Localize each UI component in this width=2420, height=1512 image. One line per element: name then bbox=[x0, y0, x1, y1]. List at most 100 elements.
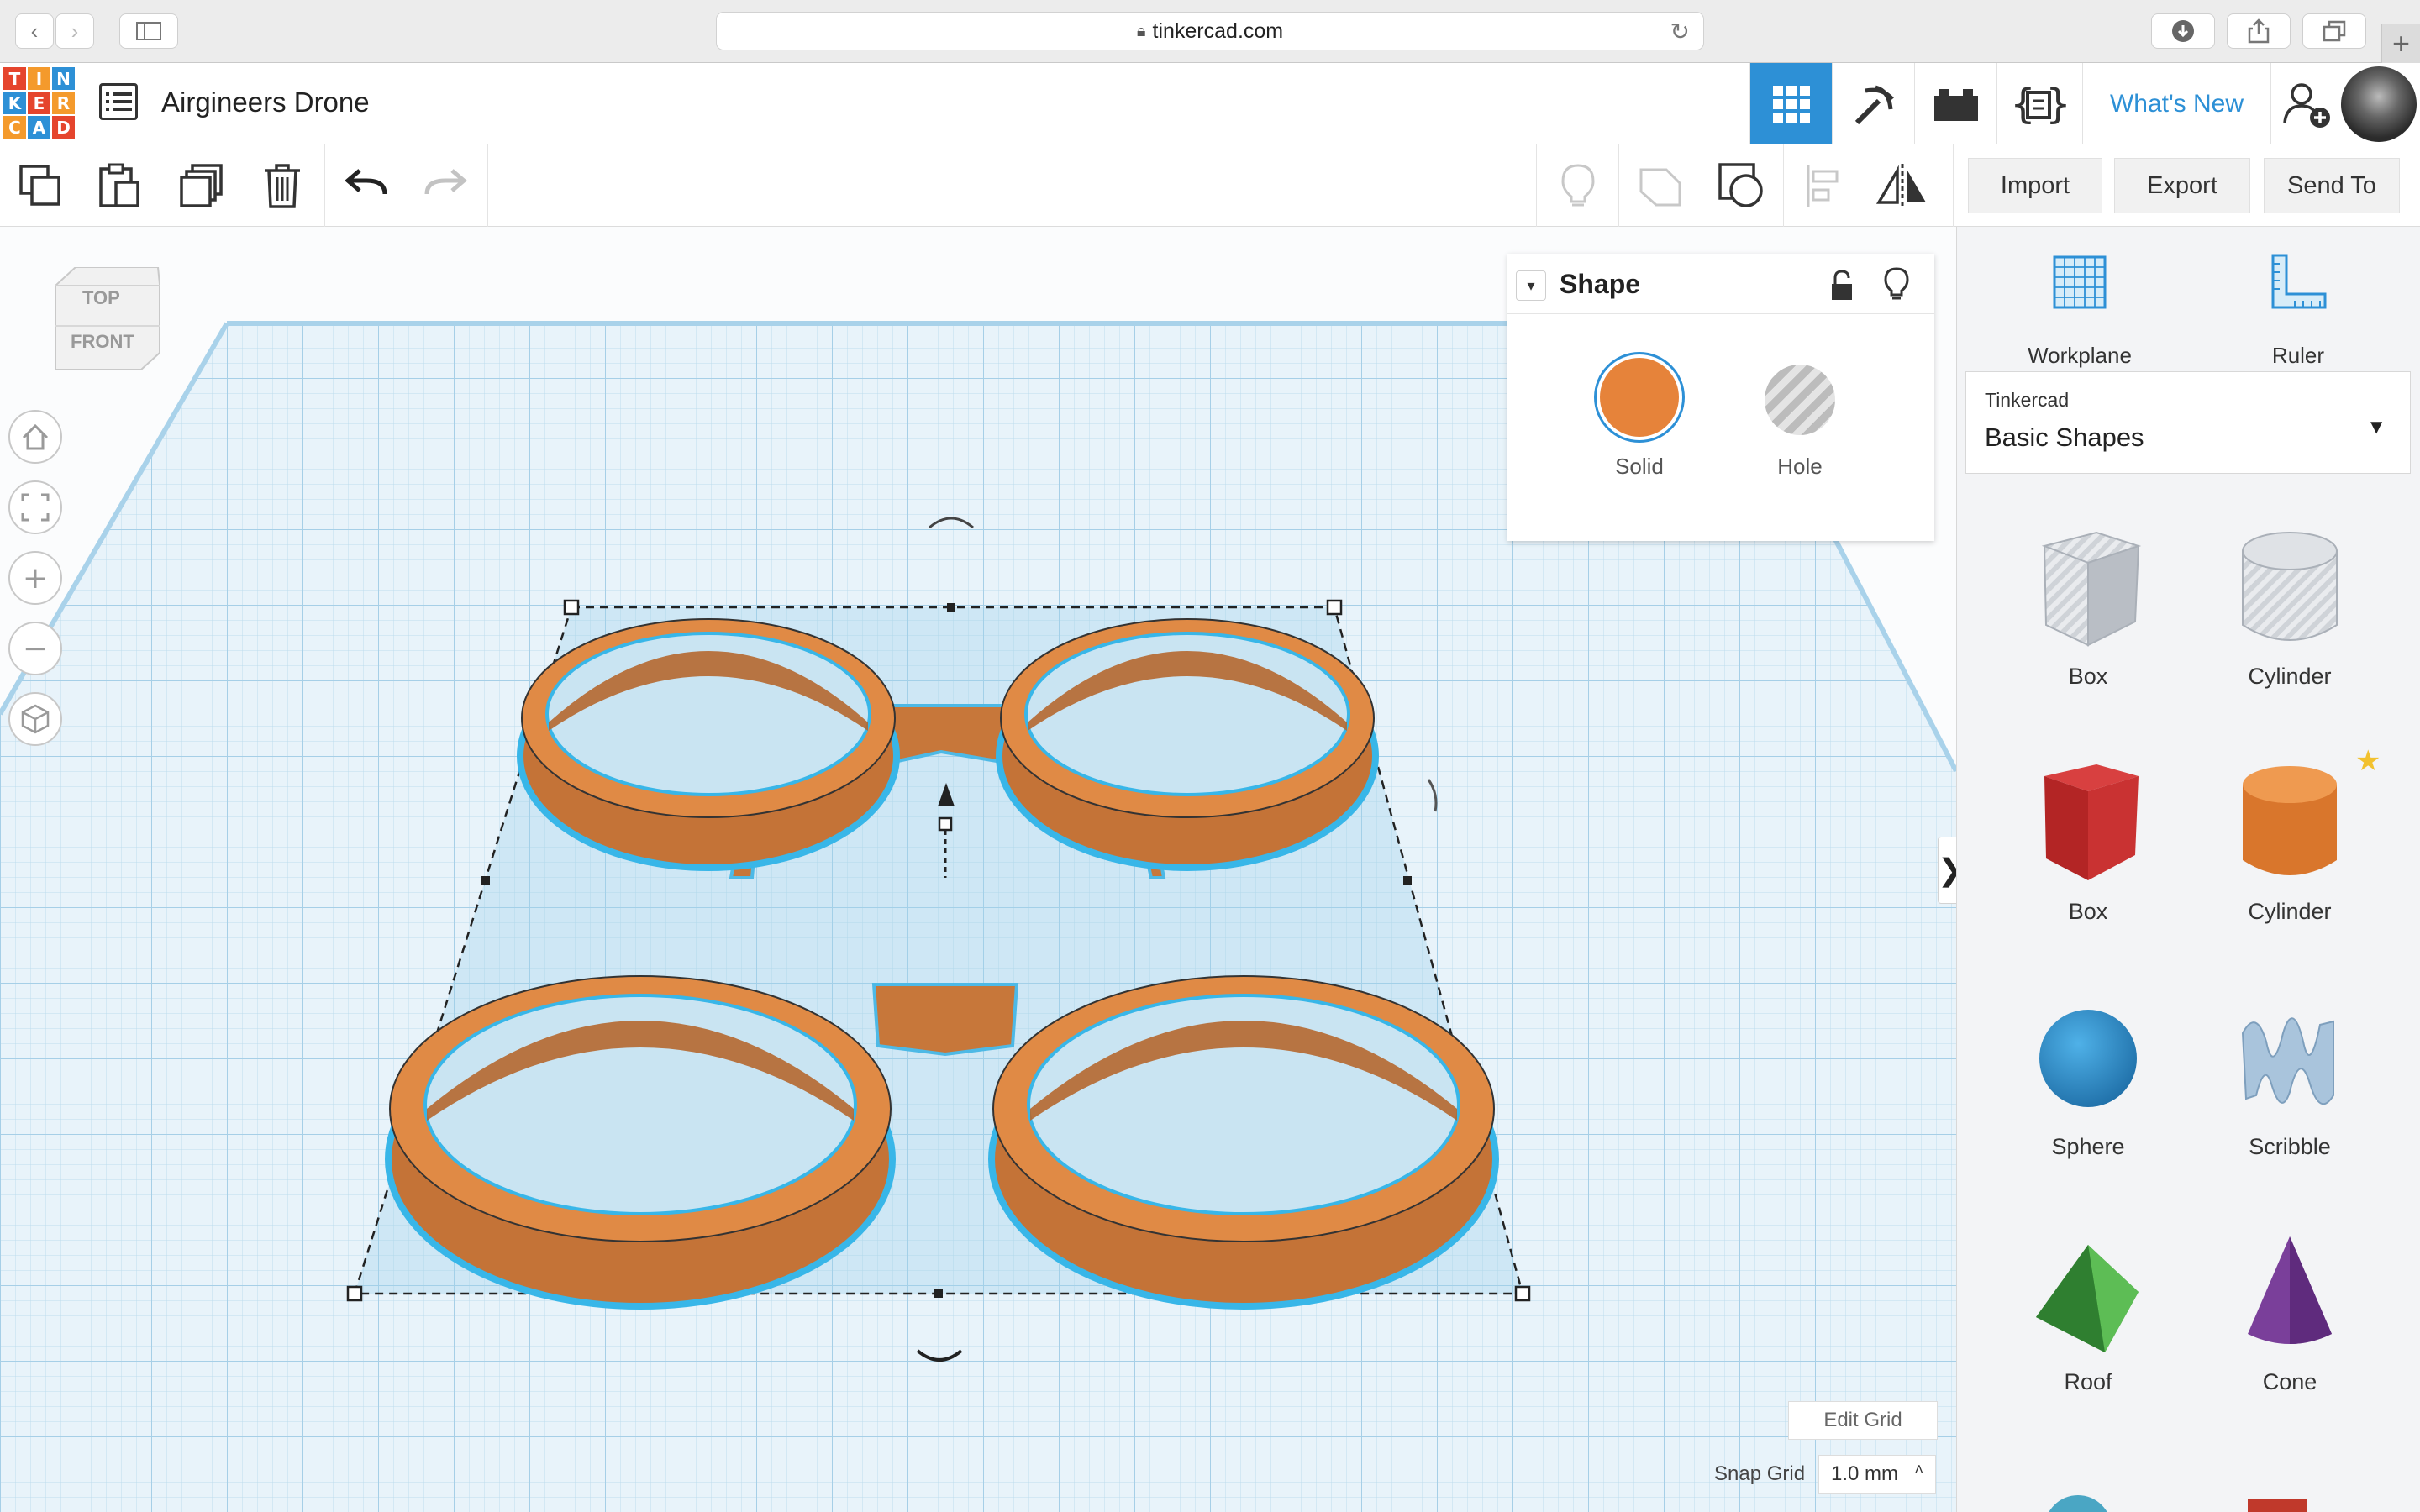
motor-ring[interactable] bbox=[385, 975, 896, 1310]
duplicate-icon bbox=[180, 164, 223, 207]
shape-sphere[interactable]: Sphere bbox=[2004, 991, 2172, 1201]
shape-cylinder[interactable]: Cylinder bbox=[2206, 756, 2374, 966]
partial-shape-teal[interactable] bbox=[2044, 1495, 2112, 1512]
redo-icon bbox=[424, 169, 467, 195]
home-view-button[interactable] bbox=[8, 410, 62, 464]
show-hint-button[interactable] bbox=[1538, 144, 1618, 227]
shape-label: Box bbox=[2068, 664, 2108, 689]
workplane-label: Workplane bbox=[2028, 343, 2132, 368]
shape-scribble[interactable]: Scribble bbox=[2206, 991, 2374, 1201]
perspective-cube-icon bbox=[21, 704, 50, 734]
downloads-button[interactable] bbox=[2151, 13, 2215, 49]
view-cube[interactable]: TOP FRONT bbox=[49, 266, 166, 406]
redo-button[interactable] bbox=[405, 144, 486, 227]
align-icon bbox=[1807, 165, 1839, 207]
shape-label: Cylinder bbox=[2248, 899, 2332, 924]
trash-icon bbox=[265, 164, 300, 208]
perspective-button[interactable] bbox=[8, 692, 62, 746]
edit-grid-button[interactable]: Edit Grid bbox=[1788, 1401, 1938, 1440]
collapse-inspector-button[interactable]: ▾ bbox=[1516, 270, 1546, 301]
shape-library-select[interactable]: Tinkercad Basic Shapes ▼ bbox=[1965, 371, 2411, 474]
document-title[interactable]: Airgineers Drone bbox=[161, 87, 370, 118]
ruler-button[interactable]: Ruler bbox=[2214, 249, 2382, 368]
cylinder-hole-icon bbox=[2242, 532, 2338, 641]
lock-icon[interactable] bbox=[1828, 269, 1855, 302]
shape-box[interactable]: Box bbox=[2004, 756, 2172, 966]
share-icon bbox=[2248, 18, 2270, 44]
fit-view-button[interactable] bbox=[8, 480, 62, 534]
shape-cone[interactable]: Cone bbox=[2206, 1226, 2374, 1436]
motor-ring[interactable] bbox=[996, 618, 1379, 871]
hole-label: Hole bbox=[1777, 454, 1823, 479]
import-button[interactable]: Import bbox=[1968, 158, 2102, 213]
paste-button[interactable] bbox=[79, 144, 160, 227]
app-header: T I N K E R C A D Airgineers Drone {} Wh… bbox=[0, 63, 2420, 144]
snap-grid-select[interactable]: 1.0 mm ˄ bbox=[1818, 1455, 1936, 1494]
stepper-up-icon: ˄ bbox=[1914, 1461, 1923, 1478]
sidebar-toggle-button[interactable] bbox=[119, 13, 178, 49]
forward-button[interactable]: › bbox=[55, 13, 94, 49]
logo-letter: K bbox=[3, 92, 26, 114]
3d-design-view-button[interactable] bbox=[1749, 63, 1832, 144]
share-button[interactable] bbox=[2227, 13, 2291, 49]
reload-icon[interactable]: ↻ bbox=[1670, 18, 1690, 45]
star-icon: ★ bbox=[2355, 745, 2381, 777]
delete-button[interactable] bbox=[242, 144, 323, 227]
motor-ring[interactable] bbox=[988, 975, 1499, 1310]
send-to-button[interactable]: Send To bbox=[2264, 158, 2400, 213]
logo-letter: A bbox=[28, 116, 50, 139]
mirror-button[interactable] bbox=[1862, 144, 1943, 227]
shape-label: Scribble bbox=[2249, 1134, 2331, 1159]
hole-swatch[interactable] bbox=[1765, 365, 1835, 435]
browser-toolbar: ‹ › 🔒︎ tinkercad.com ↻ + bbox=[0, 0, 2420, 63]
cylinder-orange-icon bbox=[2243, 766, 2337, 875]
shape-cylinder-hole[interactable]: Cylinder bbox=[2206, 521, 2374, 731]
motor-ring[interactable] bbox=[517, 618, 900, 871]
group-button[interactable] bbox=[1701, 144, 1781, 227]
codeblocks-view-button[interactable]: {} bbox=[1996, 63, 2079, 144]
zoom-in-button[interactable]: + bbox=[8, 551, 62, 605]
snap-grid-value: 1.0 mm bbox=[1831, 1462, 1899, 1485]
export-button[interactable]: Export bbox=[2114, 158, 2250, 213]
design-list-icon[interactable] bbox=[99, 83, 138, 120]
zoom-out-button[interactable]: − bbox=[8, 622, 62, 675]
whats-new-link[interactable]: What's New bbox=[2082, 63, 2270, 144]
new-tab-button[interactable]: + bbox=[2381, 24, 2420, 63]
shape-box-hole[interactable]: Box bbox=[2004, 521, 2172, 731]
workplane-button[interactable]: Workplane bbox=[1996, 249, 2164, 368]
brick-icon bbox=[1933, 88, 1978, 121]
tinkercad-logo[interactable]: T I N K E R C A D bbox=[3, 67, 76, 139]
bricks-view-button[interactable] bbox=[1914, 63, 1996, 144]
url-bar[interactable]: 🔒︎ tinkercad.com ↻ bbox=[716, 12, 1704, 50]
library-name: Basic Shapes bbox=[1985, 423, 2144, 452]
note-button[interactable] bbox=[1620, 144, 1701, 227]
tabs-button[interactable] bbox=[2302, 13, 2366, 49]
box-hole-icon bbox=[2041, 531, 2142, 647]
view-cube-top-label[interactable]: TOP bbox=[82, 287, 120, 309]
back-button[interactable]: ‹ bbox=[15, 13, 54, 49]
shape-label: Cylinder bbox=[2248, 664, 2332, 689]
shape-label: Box bbox=[2068, 899, 2108, 924]
note-icon bbox=[1639, 168, 1681, 207]
lightbulb-icon[interactable] bbox=[1884, 267, 1909, 301]
user-avatar[interactable] bbox=[2341, 66, 2417, 142]
svg-text:}: } bbox=[2046, 81, 2066, 128]
shape-roof[interactable]: Roof bbox=[2004, 1226, 2172, 1436]
undo-button[interactable] bbox=[326, 144, 407, 227]
scribble-icon bbox=[2241, 1017, 2334, 1105]
shape-label: Sphere bbox=[2051, 1134, 2125, 1159]
copy-button[interactable] bbox=[0, 144, 81, 227]
ruler-label: Ruler bbox=[2271, 343, 2325, 368]
fit-icon bbox=[21, 493, 50, 522]
codeblocks-icon: {} bbox=[2011, 81, 2066, 128]
partial-shape-red[interactable] bbox=[2248, 1499, 2307, 1512]
align-button[interactable] bbox=[1785, 144, 1865, 227]
undo-icon bbox=[345, 169, 387, 195]
duplicate-button[interactable] bbox=[161, 144, 242, 227]
solid-swatch[interactable] bbox=[1600, 358, 1679, 437]
logo-letter: R bbox=[52, 92, 75, 114]
view-cube-front-label[interactable]: FRONT bbox=[71, 331, 134, 353]
blocks-view-button[interactable] bbox=[1832, 63, 1914, 144]
add-user-button[interactable] bbox=[2270, 63, 2341, 144]
box-red-icon bbox=[2044, 764, 2139, 880]
